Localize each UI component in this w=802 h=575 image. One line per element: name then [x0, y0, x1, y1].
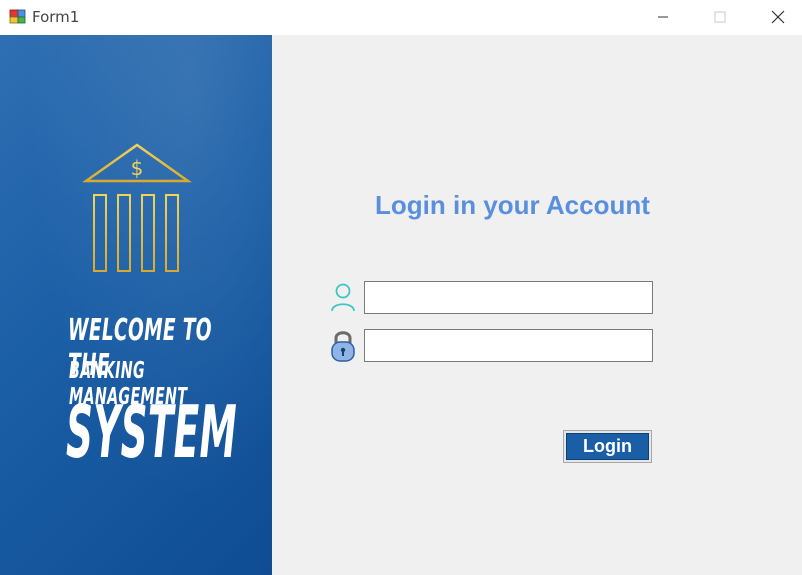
maximize-button[interactable] — [697, 0, 743, 34]
login-button[interactable]: Login — [563, 430, 652, 463]
window-title: Form1 — [32, 8, 80, 26]
maximize-icon — [714, 11, 726, 23]
padlock-icon — [326, 328, 360, 362]
user-icon — [326, 280, 360, 314]
window-titlebar: Form1 — [0, 0, 802, 34]
password-field[interactable] — [364, 329, 653, 362]
close-button[interactable] — [755, 0, 801, 34]
login-heading: Login in your Account — [375, 190, 650, 220]
minimize-button[interactable] — [640, 0, 686, 34]
app-icon — [9, 9, 26, 24]
padlock-icon-graphic — [331, 331, 355, 362]
bank-building-dollar-icon: $ — [82, 143, 192, 283]
user-icon-graphic — [331, 283, 355, 312]
username-field[interactable] — [364, 281, 653, 314]
welcome-banner: $ WELCOME TO THE BANKING MANAGEMENT SYST… — [0, 35, 272, 575]
welcome-line-3: SYSTEM — [66, 390, 237, 474]
svg-text:$: $ — [131, 156, 144, 180]
login-panel: Login in your Account Login — [272, 35, 802, 575]
minimize-icon — [658, 16, 668, 18]
login-button-label: Login — [566, 433, 649, 460]
close-icon — [771, 10, 785, 24]
